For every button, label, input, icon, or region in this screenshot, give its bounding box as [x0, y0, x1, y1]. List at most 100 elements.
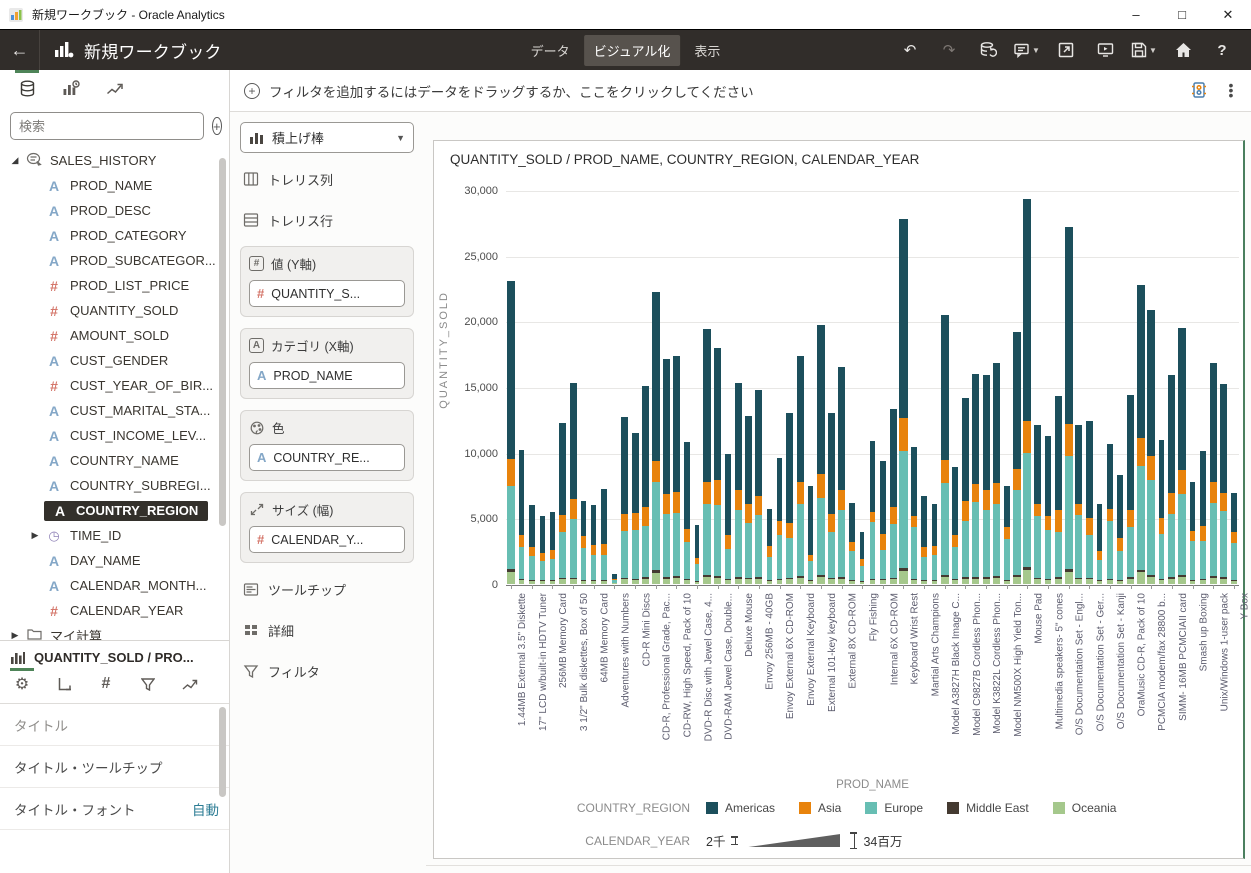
segment-americas[interactable]: [642, 386, 649, 508]
segment-europe[interactable]: [581, 548, 587, 580]
stacked-bar[interactable]: [601, 489, 607, 584]
segment-europe[interactable]: [601, 555, 607, 580]
segment-americas[interactable]: [777, 458, 783, 521]
segment-asia[interactable]: [1107, 509, 1113, 521]
stacked-bar[interactable]: [828, 413, 835, 584]
segment-europe[interactable]: [529, 556, 535, 580]
segment-americas[interactable]: [838, 367, 845, 490]
stacked-bar[interactable]: [1137, 285, 1145, 584]
segment-asia[interactable]: [652, 461, 660, 483]
segment-europe[interactable]: [890, 524, 897, 578]
segment-oceania[interactable]: [952, 580, 958, 584]
segment-europe[interactable]: [1220, 511, 1227, 577]
segment-americas[interactable]: [941, 315, 949, 461]
segment-oceania[interactable]: [745, 579, 752, 584]
segment-europe[interactable]: [550, 559, 556, 580]
segment-europe[interactable]: [899, 451, 907, 568]
segment-americas[interactable]: [828, 413, 835, 513]
segment-asia[interactable]: [993, 483, 1000, 504]
segment-oceania[interactable]: [890, 579, 897, 584]
close-button[interactable]: ✕: [1205, 0, 1251, 29]
segment-europe[interactable]: [745, 523, 752, 578]
segment-oceania[interactable]: [1190, 581, 1196, 584]
segment-asia[interactable]: [1220, 493, 1227, 511]
segment-americas[interactable]: [755, 390, 762, 496]
segment-asia[interactable]: [1097, 551, 1102, 560]
segment-oceania[interactable]: [983, 579, 990, 584]
segment-americas[interactable]: [1190, 482, 1196, 531]
stacked-bar[interactable]: [673, 356, 680, 584]
stacked-bar[interactable]: [714, 348, 721, 584]
field-PROD_SUBCATEGOR[interactable]: APROD_SUBCATEGOR...: [0, 248, 229, 273]
stacked-bar[interactable]: [1034, 425, 1041, 584]
property-row[interactable]: タイトル・ツールチップ: [0, 746, 229, 788]
segment-oceania[interactable]: [1086, 579, 1093, 584]
segment-oceania[interactable]: [1231, 581, 1237, 584]
segment-americas[interactable]: [993, 363, 1000, 483]
stacked-bar[interactable]: [983, 375, 990, 584]
segment-oceania[interactable]: [1075, 579, 1082, 584]
segment-americas[interactable]: [703, 329, 711, 482]
segment-asia[interactable]: [932, 546, 937, 555]
segment-oceania[interactable]: [932, 581, 937, 584]
segment-asia[interactable]: [1086, 518, 1093, 535]
segment-asia[interactable]: [1178, 470, 1186, 494]
stacked-bar[interactable]: [540, 516, 545, 584]
segment-americas[interactable]: [519, 450, 525, 535]
segment-americas[interactable]: [529, 505, 535, 547]
segment-asia[interactable]: [1013, 469, 1021, 490]
segment-oceania[interactable]: [1137, 572, 1145, 584]
home-icon[interactable]: [1168, 35, 1198, 65]
segment-asia[interactable]: [972, 484, 979, 502]
stacked-bar[interactable]: [559, 423, 566, 584]
segment-americas[interactable]: [797, 356, 804, 482]
segment-asia[interactable]: [1127, 510, 1134, 527]
segment-asia[interactable]: [1023, 421, 1031, 453]
stacked-bar[interactable]: [632, 433, 639, 584]
stacked-bar[interactable]: [642, 386, 649, 584]
filter-bar[interactable]: + フィルタを追加するにはデータをドラッグするか、ここをクリックしてください •…: [230, 70, 1251, 112]
segment-asia[interactable]: [880, 534, 886, 550]
segment-asia[interactable]: [559, 515, 566, 532]
property-row[interactable]: タイトル・フォント自動: [0, 788, 229, 830]
stacked-bar[interactable]: [870, 441, 876, 584]
stacked-bar[interactable]: [1023, 199, 1031, 584]
segment-oceania[interactable]: [1034, 579, 1041, 584]
segment-americas[interactable]: [1045, 436, 1051, 516]
segment-europe[interactable]: [1231, 543, 1237, 580]
comment-icon[interactable]: ▼: [1012, 35, 1042, 65]
segment-asia[interactable]: [962, 501, 969, 521]
segment-europe[interactable]: [703, 504, 711, 575]
segment-europe[interactable]: [755, 515, 762, 577]
axis-settings-icon[interactable]: [54, 673, 74, 695]
legend-item-europe[interactable]: Europe: [865, 801, 923, 815]
field-CUST_MARITAL_STA[interactable]: ACUST_MARITAL_STA...: [0, 398, 229, 423]
segment-americas[interactable]: [621, 417, 628, 514]
stacked-bar[interactable]: [1127, 395, 1134, 584]
segment-americas[interactable]: [817, 325, 825, 474]
segment-oceania[interactable]: [1117, 581, 1123, 584]
segment-europe[interactable]: [1210, 503, 1217, 577]
segment-asia[interactable]: [767, 546, 772, 557]
stacked-bar[interactable]: [684, 442, 690, 584]
stacked-bar[interactable]: [581, 501, 587, 584]
segment-oceania[interactable]: [1147, 577, 1155, 584]
segment-europe[interactable]: [1086, 535, 1093, 578]
segment-oceania[interactable]: [817, 577, 825, 584]
segment-oceania[interactable]: [1210, 578, 1217, 584]
stacked-bar[interactable]: [1045, 436, 1051, 584]
segment-europe[interactable]: [591, 555, 596, 580]
segment-oceania[interactable]: [725, 580, 731, 584]
quantity-sold-pill[interactable]: # QUANTITY_S...: [249, 280, 405, 307]
segment-americas[interactable]: [1178, 328, 1186, 470]
segment-oceania[interactable]: [767, 581, 772, 584]
add-dataset-icon[interactable]: +: [212, 117, 222, 135]
segment-oceania[interactable]: [559, 579, 566, 584]
stacked-bar[interactable]: [890, 409, 897, 584]
segment-europe[interactable]: [1004, 539, 1010, 580]
analytics-tab-icon[interactable]: [96, 70, 134, 106]
segment-americas[interactable]: [1075, 425, 1082, 504]
segment-oceania[interactable]: [1168, 579, 1175, 584]
segment-oceania[interactable]: [972, 579, 979, 584]
stacked-bar[interactable]: [1178, 328, 1186, 584]
